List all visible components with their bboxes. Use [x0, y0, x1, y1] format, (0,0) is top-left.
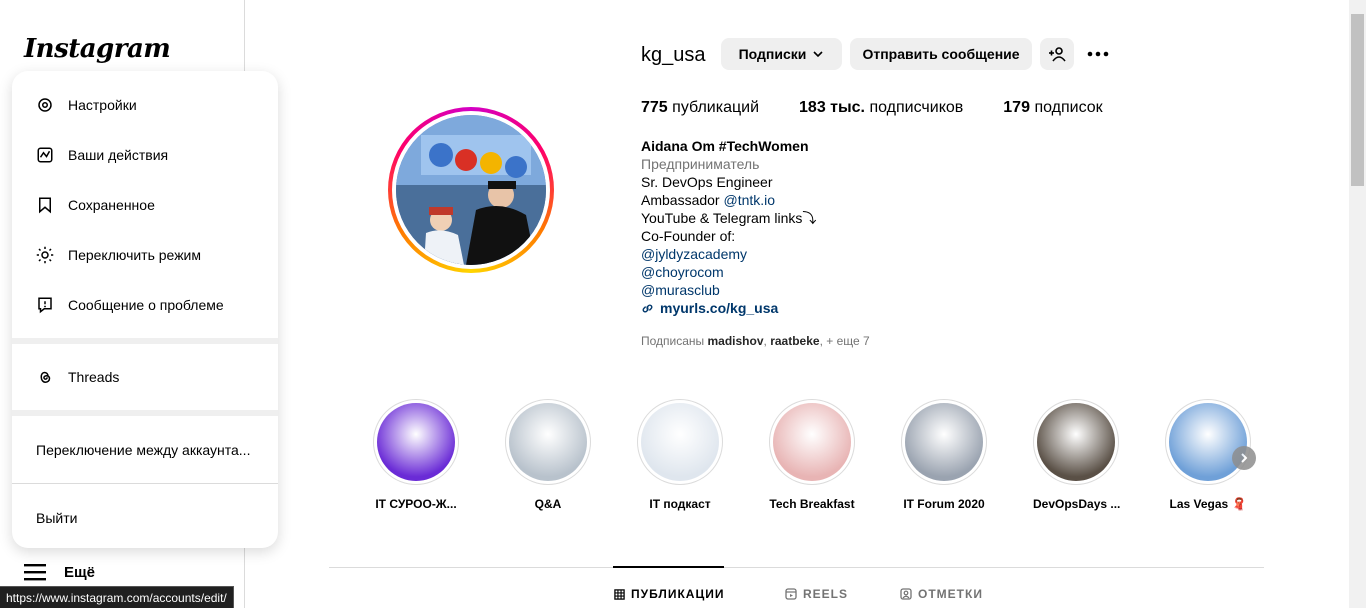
menu-item-switch-accounts[interactable]: Переключение между аккаунта...: [12, 416, 278, 483]
suggest-people-button[interactable]: [1040, 38, 1074, 70]
highlight-ring: [1165, 399, 1251, 485]
menu-item-label: Threads: [68, 369, 120, 385]
report-icon: [38, 297, 52, 314]
bio-line: YouTube & Telegram links⤵: [641, 210, 817, 226]
highlight-cover-image: [1169, 403, 1247, 481]
status-bar-url: https://www.instagram.com/accounts/edit/: [0, 586, 234, 608]
reels-icon: [785, 588, 797, 600]
chevron-down-icon: [813, 51, 823, 58]
menu-item-activity[interactable]: Ваши действия: [12, 130, 278, 180]
menu-item-switch-mode[interactable]: Переключить режим: [12, 230, 278, 280]
following-button[interactable]: Подписки: [721, 38, 842, 70]
add-user-icon: [1049, 47, 1066, 62]
tab-tagged[interactable]: ОТМЕТКИ: [900, 587, 983, 601]
profile-full-name: Aidana Om #TechWomen: [641, 138, 809, 154]
highlight-label: IT подкаст: [649, 497, 711, 511]
highlight-label: Q&A: [534, 497, 562, 511]
story-highlight[interactable]: IT Forum 2020: [901, 399, 987, 511]
profile-stats: 775 публикаций 183 тыс. подписчиков 179 …: [641, 99, 1103, 117]
send-message-button[interactable]: Отправить сообщение: [850, 38, 1032, 70]
avatar-image: [396, 115, 546, 265]
tab-posts[interactable]: ПУБЛИКАЦИИ: [614, 587, 724, 601]
bio-mention-link[interactable]: @murasclub: [641, 281, 816, 299]
highlight-cover-image: [905, 403, 983, 481]
highlight-cover-image: [1037, 403, 1115, 481]
hamburger-icon: [24, 564, 46, 581]
options-button[interactable]: [1086, 44, 1110, 64]
following-count[interactable]: 179 подписок: [1003, 99, 1102, 117]
highlight-ring: [769, 399, 855, 485]
more-label: Ещё: [64, 563, 96, 581]
tabs-divider: [329, 567, 1264, 568]
profile-avatar[interactable]: [388, 107, 554, 273]
more-menu: Настройки Ваши действия Сохраненное Пере…: [12, 71, 278, 548]
menu-item-logout[interactable]: Выйти: [12, 484, 278, 548]
menu-item-label: Сохраненное: [68, 197, 155, 213]
menu-item-settings[interactable]: Настройки: [12, 80, 278, 130]
story-highlight[interactable]: IT СУРОО-Ж...: [373, 399, 459, 511]
highlight-cover-image: [377, 403, 455, 481]
highlight-label: Las Vegas 🧣: [1169, 497, 1247, 511]
profile-bio: Aidana Om #TechWomen Предприниматель Sr.…: [641, 137, 816, 317]
more-dots-icon: [1087, 51, 1109, 57]
active-tab-indicator: [613, 566, 724, 568]
bio-mention-link[interactable]: @jyldyzacademy: [641, 245, 816, 263]
highlight-label: DevOpsDays ...: [1033, 497, 1121, 511]
profile-category: Предприниматель: [641, 156, 760, 172]
instagram-logo[interactable]: Instagram: [24, 34, 171, 64]
menu-item-label: Настройки: [68, 97, 137, 113]
highlight-cover-image: [773, 403, 851, 481]
profile-username: kg_usa: [641, 44, 706, 66]
tab-reels[interactable]: REELS: [785, 587, 848, 601]
scrollbar-thumb[interactable]: [1351, 14, 1364, 186]
story-highlight[interactable]: Q&A: [505, 399, 591, 511]
grid-icon: [614, 588, 625, 600]
menu-item-label: Переключить режим: [68, 247, 201, 263]
highlight-ring: [637, 399, 723, 485]
menu-item-saved[interactable]: Сохраненное: [12, 180, 278, 230]
highlight-ring: [505, 399, 591, 485]
highlight-ring: [901, 399, 987, 485]
bio-external-link[interactable]: myurls.co/kg_usa: [641, 299, 816, 317]
page-scrollbar[interactable]: [1349, 0, 1366, 608]
story-highlight[interactable]: Tech Breakfast: [769, 399, 855, 511]
more-button[interactable]: Ещё: [24, 563, 95, 581]
highlight-label: IT СУРОО-Ж...: [375, 497, 457, 511]
gear-icon: [38, 98, 52, 112]
bio-line: Ambassador @tntk.io: [641, 192, 776, 208]
posts-count: 775 публикаций: [641, 99, 760, 116]
highlight-cover-image: [641, 403, 719, 481]
bookmark-icon: [39, 197, 51, 214]
threads-icon: [40, 371, 51, 384]
link-icon: [642, 304, 653, 312]
menu-item-label: Сообщение о проблеме: [68, 297, 224, 313]
story-highlight[interactable]: DevOpsDays ...: [1033, 399, 1121, 511]
following-button-label: Подписки: [738, 46, 807, 62]
menu-item-label: Ваши действия: [68, 147, 169, 163]
menu-item-threads[interactable]: Threads: [12, 352, 278, 402]
followers-count[interactable]: 183 тыс. подписчиков: [799, 99, 963, 117]
avatar-photo: [396, 115, 546, 265]
highlight-ring: [1033, 399, 1119, 485]
highlight-label: IT Forum 2020: [903, 497, 985, 511]
highlights-next-button[interactable]: [1232, 446, 1256, 470]
bio-mention-link[interactable]: @choyrocom: [641, 263, 816, 281]
bio-line: Sr. DevOps Engineer: [641, 174, 773, 190]
menu-item-report[interactable]: Сообщение о проблеме: [12, 280, 278, 330]
sun-icon: [36, 246, 54, 264]
bio-line: Co-Founder of:: [641, 228, 736, 244]
tagged-user-icon: [900, 588, 912, 600]
story-highlight[interactable]: IT подкаст: [637, 399, 723, 511]
chevron-right-icon: [1241, 453, 1248, 463]
highlight-label: Tech Breakfast: [769, 497, 855, 511]
highlight-cover-image: [509, 403, 587, 481]
bio-mention-link[interactable]: @tntk.io: [723, 192, 775, 208]
activity-icon: [37, 147, 53, 163]
highlight-ring: [373, 399, 459, 485]
followed-by[interactable]: Подписаны madishov, raatbeke, + еще 7: [641, 334, 870, 348]
